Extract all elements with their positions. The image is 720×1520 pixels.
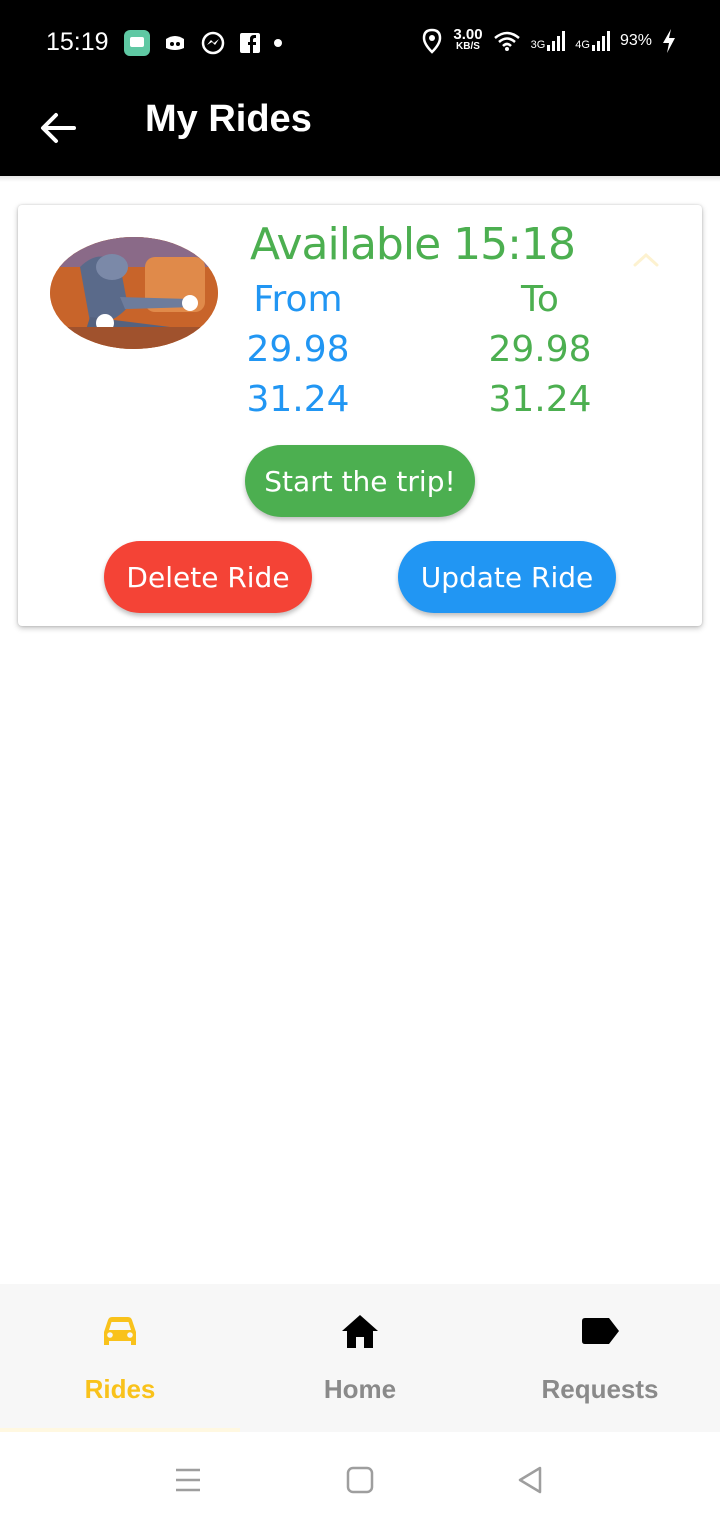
arrow-back-icon[interactable] <box>36 106 80 150</box>
network-speed: 3.00 KB/S <box>453 26 483 53</box>
ride-status-time: Available 15:18 <box>250 219 576 270</box>
bottom-navigation: Rides Home Requests <box>0 1284 720 1432</box>
start-trip-button[interactable]: Start the trip! <box>245 445 475 517</box>
driver-avatar-image <box>50 237 218 349</box>
messenger-icon <box>201 31 225 55</box>
from-label: From <box>253 279 343 320</box>
system-status-icons: 3.00 KB/S 3G 4G 93% <box>421 26 676 54</box>
chevron-up-icon[interactable] <box>632 251 660 267</box>
discord-icon <box>166 36 184 50</box>
menu-icon[interactable] <box>168 1460 208 1500</box>
signal-4g-label: 4G <box>575 39 590 51</box>
back-triangle-icon[interactable] <box>510 1460 550 1500</box>
home-button-icon[interactable] <box>340 1460 380 1500</box>
app-bar-shadow <box>0 176 720 182</box>
nav-item-requests[interactable]: Requests <box>480 1284 720 1432</box>
status-bar: 15:19 3.00 KB/S 3G 4G 93% <box>0 0 720 88</box>
driver-avatar <box>50 237 218 349</box>
update-ride-button[interactable]: Update Ride <box>398 541 616 613</box>
facebook-icon <box>240 33 260 53</box>
network-speed-value: 3.00 <box>453 26 483 43</box>
network-speed-unit: KB/S <box>456 41 480 52</box>
battery-percent: 93% <box>619 32 652 49</box>
nav-item-rides[interactable]: Rides <box>0 1284 240 1432</box>
ride-card: Available 15:18 From To 29.98 29.98 31.2… <box>18 205 702 626</box>
home-icon <box>342 1315 378 1348</box>
nav-item-home[interactable]: Home <box>240 1284 480 1432</box>
from-longitude: 31.24 <box>246 379 350 420</box>
signal-3g-label: 3G <box>530 39 546 51</box>
to-longitude: 31.24 <box>488 379 592 420</box>
status-time: 15:19 <box>46 28 109 56</box>
nav-label-requests: Requests <box>541 1374 659 1404</box>
notification-icons <box>124 30 282 56</box>
messages-app-icon <box>124 30 150 56</box>
system-navigation-bar <box>0 1432 720 1520</box>
car-icon <box>104 1317 136 1345</box>
more-notifications-dot <box>274 39 282 47</box>
signal-4g: 4G <box>575 31 610 51</box>
to-label: To <box>521 279 559 320</box>
delete-ride-button[interactable]: Delete Ride <box>104 541 312 613</box>
wifi-icon <box>493 31 520 51</box>
charging-icon <box>663 29 675 53</box>
page-title: My Rides <box>145 98 312 140</box>
from-latitude: 29.98 <box>246 329 350 370</box>
nav-label-home: Home <box>323 1374 397 1404</box>
location-icon <box>423 28 442 54</box>
signal-bars-icon <box>591 31 610 51</box>
label-icon <box>582 1318 619 1344</box>
signal-3g: 3G <box>531 31 566 51</box>
to-latitude: 29.98 <box>488 329 592 370</box>
nav-label-rides: Rides <box>84 1374 156 1404</box>
signal-bars-icon <box>547 31 566 51</box>
app-bar: My Rides <box>0 88 720 176</box>
